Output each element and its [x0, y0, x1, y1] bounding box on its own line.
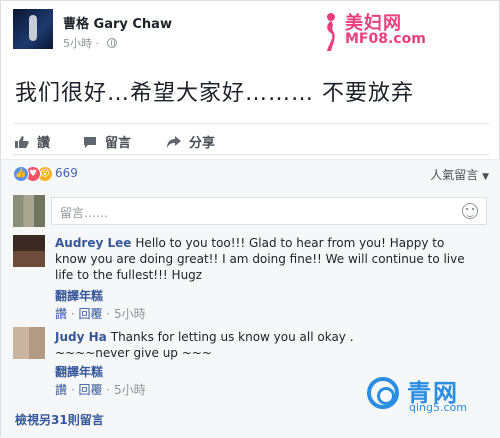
watermark-url: MF08.com	[345, 31, 426, 47]
comment-reply-link[interactable]: 回覆	[78, 383, 102, 397]
comment-body: Judy Ha Thanks for letting us know you al…	[55, 329, 475, 361]
translate-link[interactable]: 翻譯年糕	[55, 363, 103, 380]
post-message: 我们很好…希望大家好……… 不要放弃	[15, 81, 414, 106]
thumbs-up-icon	[15, 136, 29, 148]
comment-body: Audrey Lee Hello to you too!!! Glad to he…	[55, 235, 475, 283]
sort-label: 人氣留言	[430, 168, 479, 182]
commenter-avatar[interactable]	[13, 327, 45, 359]
translate-link[interactable]: 翻譯年糕	[55, 287, 103, 304]
qing-url: qing5.com	[409, 401, 467, 414]
author-avatar[interactable]	[13, 9, 53, 49]
post-time[interactable]: 5小時	[63, 37, 92, 50]
author-name[interactable]: 曹格 Gary Chaw	[63, 13, 172, 32]
share-arrow-icon	[167, 136, 181, 148]
view-more-comments-link[interactable]: 檢視另31則留言	[15, 411, 104, 428]
comment-input[interactable]: 留言……	[51, 197, 487, 225]
commenter-name[interactable]: Judy Ha	[55, 330, 107, 344]
reactions-bar: 😮 ♥ 👍 669 人氣留言 ▼	[1, 159, 500, 187]
facebook-post: 曹格 Gary Chaw 5小時 · 美妇网 MF08.com 我们很好…希望大…	[0, 0, 500, 438]
globe-icon	[106, 38, 117, 48]
comment-like-link[interactable]: 讚	[55, 383, 67, 397]
emoji-icon[interactable]	[462, 203, 478, 219]
comment-actions: 讚 · 回覆 · 5小時	[55, 383, 146, 397]
woman-silhouette-icon	[327, 13, 335, 51]
post-meta: 5小時 ·	[63, 35, 117, 51]
sort-dropdown[interactable]: 人氣留言 ▼	[430, 166, 489, 183]
current-user-avatar	[13, 195, 45, 227]
comment-time[interactable]: 5小時	[114, 307, 146, 321]
reaction-count[interactable]: 669	[55, 166, 78, 180]
comment-icon	[84, 137, 96, 148]
comment-text-line1: Thanks for letting us know you all okay …	[110, 330, 354, 344]
comment-input-placeholder: 留言……	[60, 206, 109, 220]
comment-like-link[interactable]: 讚	[55, 307, 67, 321]
chevron-down-icon: ▼	[482, 172, 489, 182]
comment-actions: 讚 · 回覆 · 5小時	[55, 307, 146, 321]
like-button[interactable]: 讚	[15, 132, 50, 151]
qing-watermark: 青网 qing5.com	[367, 373, 497, 417]
comment-time[interactable]: 5小時	[114, 383, 146, 397]
commenter-name[interactable]: Audrey Lee	[55, 236, 131, 250]
qing-swirl-icon	[367, 377, 399, 409]
comment-text-line2: ~~~~never give up ~~~	[55, 346, 212, 360]
comment-button[interactable]: 留言	[83, 132, 131, 151]
like-reaction-icon: 👍	[13, 166, 29, 182]
share-button[interactable]: 分享	[167, 132, 215, 151]
comment-reply-link[interactable]: 回覆	[78, 307, 102, 321]
commenter-avatar[interactable]	[13, 235, 45, 267]
meifu-watermark: 美妇网 MF08.com	[319, 9, 439, 53]
post-action-bar: 讚 留言 分享	[13, 123, 489, 155]
